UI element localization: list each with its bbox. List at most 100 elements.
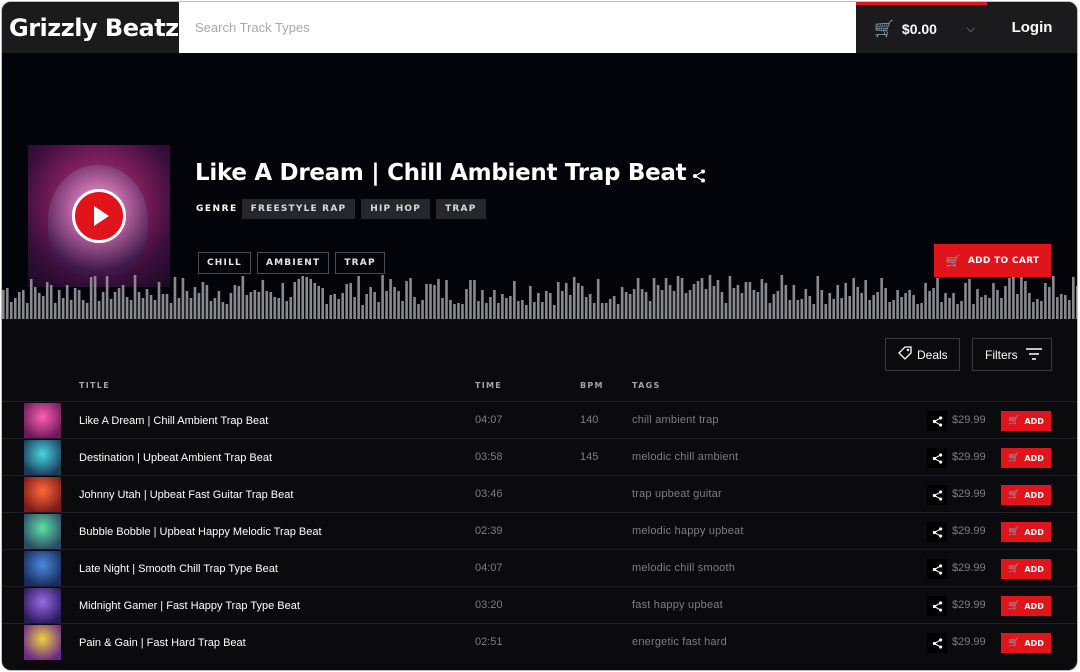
tag-list: CHILL AMBIENT TRAP (198, 252, 391, 274)
waveform-bar (728, 276, 732, 319)
share-icon[interactable] (927, 522, 947, 542)
waveform-bar (241, 276, 245, 319)
waveform-bar (2, 290, 5, 319)
share-icon[interactable] (927, 596, 947, 616)
track-thumbnail[interactable] (24, 440, 61, 475)
waveform-bar (1076, 286, 1077, 319)
genre-chip[interactable]: TRAP (436, 199, 486, 219)
waveform-bar (429, 284, 432, 319)
waveform-bar (768, 303, 772, 319)
add-button[interactable]: 🛒 ADD (1001, 522, 1051, 542)
waveform-bar (441, 298, 444, 319)
cart-icon: 🛒 (1008, 453, 1020, 463)
track-title-cell[interactable]: Pain & Gain | Fast Hard Trap Beat (79, 637, 246, 649)
waveform-bar (720, 292, 724, 319)
waveform-bar (760, 279, 764, 319)
waveform-bar (125, 297, 129, 319)
waveform-bar (133, 275, 137, 319)
waveform-bar (764, 283, 768, 319)
add-button[interactable]: 🛒 ADD (1001, 596, 1051, 616)
table-row[interactable]: Bubble Bobble | Upbeat Happy Melodic Tra… (2, 512, 1077, 549)
add-button[interactable]: 🛒 ADD (1001, 448, 1051, 468)
genre-chip[interactable]: FREESTYLE RAP (241, 199, 356, 219)
search-bar[interactable] (179, 2, 856, 53)
waveform-bar (61, 298, 65, 319)
add-button[interactable]: 🛒 ADD (1001, 559, 1051, 579)
waveform-bar (509, 296, 512, 319)
waveform-bar (341, 293, 344, 319)
track-title-cell[interactable]: Midnight Gamer | Fast Happy Trap Type Be… (79, 600, 300, 612)
waveform-bar (13, 298, 17, 319)
waveform-bar (37, 293, 41, 319)
track-thumbnail[interactable] (24, 551, 61, 586)
track-thumbnail[interactable] (24, 625, 61, 660)
table-row[interactable]: Late Night | Smooth Chill Trap Type Beat… (2, 549, 1077, 586)
add-label: ADD (1024, 638, 1044, 648)
track-title-cell[interactable]: Bubble Bobble | Upbeat Happy Melodic Tra… (79, 526, 322, 538)
genre-chip[interactable]: HIP HOP (361, 199, 431, 219)
table-row[interactable]: Destination | Upbeat Ambient Trap Beat 03… (2, 438, 1077, 475)
tag-chip[interactable]: AMBIENT (256, 252, 330, 274)
add-button[interactable]: 🛒 ADD (1001, 633, 1051, 653)
add-button[interactable]: 🛒 ADD (1001, 485, 1051, 505)
track-title-cell[interactable]: Destination | Upbeat Ambient Trap Beat (79, 452, 272, 464)
waveform-bar (772, 294, 776, 319)
waveform-bar (904, 293, 907, 319)
waveform-bar (181, 278, 185, 319)
waveform-bar (800, 299, 804, 319)
waveform-bar (756, 292, 760, 319)
waveform-bar (1040, 301, 1043, 319)
cover-art[interactable] (28, 145, 170, 287)
genre-label: GENRE (196, 204, 238, 214)
waveform-bar (205, 285, 209, 319)
waveform-bar (708, 275, 712, 319)
waveform-bar (680, 278, 684, 319)
track-tags-cell: energetic fast hard (632, 636, 727, 648)
track-thumbnail[interactable] (24, 477, 61, 512)
table-row[interactable]: Like A Dream | Chill Ambient Trap Beat 04… (2, 401, 1077, 438)
waveform-bar (449, 300, 452, 319)
track-title-cell[interactable]: Johnny Utah | Upbeat Fast Guitar Trap Be… (79, 489, 293, 501)
waveform-bar (169, 303, 173, 319)
share-icon[interactable] (927, 485, 947, 505)
waveform-bar (201, 282, 205, 319)
waveform-bar (193, 287, 197, 319)
waveform-bar (425, 284, 428, 319)
share-icon[interactable] (692, 169, 706, 187)
filters-button[interactable]: Filters (972, 338, 1052, 371)
table-row[interactable]: Pain & Gain | Fast Hard Trap Beat 02:51 en… (2, 623, 1077, 660)
deals-button[interactable]: Deals (885, 338, 960, 371)
waveform-bar (361, 305, 364, 319)
share-icon[interactable] (927, 633, 947, 653)
share-icon[interactable] (927, 411, 947, 431)
tag-chip[interactable]: CHILL (198, 252, 251, 274)
track-thumbnail[interactable] (24, 514, 61, 549)
waveform[interactable] (2, 273, 1077, 319)
tag-chip[interactable]: TRAP (335, 252, 385, 274)
add-button[interactable]: 🛒 ADD (1001, 411, 1051, 431)
waveform-bar (317, 286, 321, 319)
play-button[interactable] (72, 189, 126, 243)
login-link[interactable]: Login (987, 2, 1077, 53)
table-row[interactable]: Johnny Utah | Upbeat Fast Guitar Trap Be… (2, 475, 1077, 512)
add-label: ADD (1024, 490, 1044, 500)
search-input[interactable] (195, 20, 856, 35)
track-thumbnail[interactable] (24, 588, 61, 623)
cart-button[interactable]: 🛒 $0.00 ⌵ (856, 2, 987, 53)
waveform-bar (485, 303, 488, 319)
table-row[interactable]: Midnight Gamer | Fast Happy Trap Type Be… (2, 586, 1077, 623)
waveform-bar (780, 275, 784, 319)
waveform-bar (405, 281, 408, 319)
site-logo[interactable]: Grizzly Beatz (2, 2, 179, 53)
chevron-down-icon[interactable]: ⌵ (967, 23, 975, 36)
track-title-cell[interactable]: Late Night | Smooth Chill Trap Type Beat (79, 563, 278, 575)
share-icon[interactable] (927, 559, 947, 579)
waveform-bar (828, 293, 832, 319)
waveform-bar (748, 282, 752, 319)
track-title-cell[interactable]: Like A Dream | Chill Ambient Trap Beat (79, 415, 268, 427)
waveform-bar (69, 300, 73, 319)
track-thumbnail[interactable] (24, 403, 61, 438)
share-icon[interactable] (927, 448, 947, 468)
waveform-bar (497, 303, 500, 319)
waveform-bar (325, 304, 328, 319)
